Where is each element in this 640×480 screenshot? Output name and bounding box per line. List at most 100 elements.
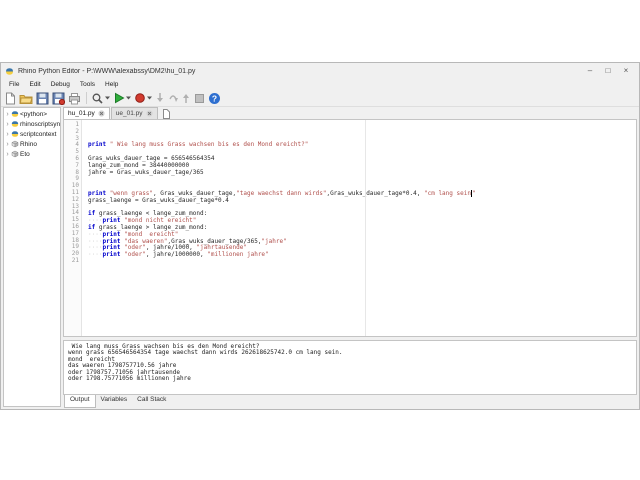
code-text[interactable]: print " Wie lang muss Grass wachsen bis …	[82, 120, 636, 336]
dropdown-arrow-icon[interactable]	[105, 96, 110, 100]
menu-item-file[interactable]: File	[4, 81, 24, 88]
open-folder-icon	[19, 92, 33, 105]
step-out-icon	[181, 92, 191, 104]
file-tab-hu-01-py[interactable]: hu_01.py	[63, 107, 110, 119]
expand-arrow-icon[interactable]: ›	[4, 141, 11, 148]
menu-item-edit[interactable]: Edit	[24, 81, 45, 88]
sidebar-item-rhino[interactable]: › Rhino	[4, 139, 60, 149]
output-panel[interactable]: Wie lang muss Grass wachsen bis es den M…	[63, 340, 637, 395]
svg-text:?: ?	[212, 93, 217, 103]
new-tab-button[interactable]	[159, 108, 173, 119]
file-tab-ue-01-py[interactable]: ue_01.py	[110, 107, 158, 119]
sidebar-item-python[interactable]: › <python>	[4, 109, 60, 119]
file-tab-strip: hu_01.py ue_01.py	[63, 107, 637, 119]
menu-item-debug[interactable]: Debug	[46, 81, 75, 88]
open-folder-button[interactable]	[18, 91, 34, 105]
sidebar-item-label: Eto	[20, 150, 30, 158]
save-button[interactable]	[35, 91, 50, 105]
code-token: "jahre"	[261, 237, 287, 245]
code-token: " Wie lang muss Grass wachsen bis es den…	[109, 141, 309, 149]
module-icon	[11, 150, 20, 158]
sidebar-item-label: rhinoscriptsyntax	[20, 120, 60, 128]
tab-close-icon[interactable]	[145, 110, 153, 117]
line-number-gutter: 1 2 3 4 5 6 7 8 9 10 11 12 13 14 15 16 17 18 19 20 21	[64, 120, 82, 336]
code-token: "tage waechst dann wirds"	[236, 189, 327, 197]
print-button[interactable]	[67, 91, 82, 105]
search-icon	[91, 92, 104, 105]
stop-icon	[194, 93, 205, 104]
sidebar-item-rhinoscriptsyntax[interactable]: › rhinoscriptsyntax	[4, 119, 60, 129]
output-line: oder 1798.75771056 millionen jahre	[68, 375, 191, 383]
sidebar-item-label: scriptcontext	[20, 130, 57, 138]
python-icon	[11, 120, 20, 128]
run-button[interactable]	[112, 91, 132, 105]
tab-close-icon[interactable]	[98, 110, 105, 117]
toolbar-separator	[86, 92, 87, 104]
code-token: grass_laenge = Gras_wuks_dauer_tage*0.4	[88, 196, 229, 204]
step-into-button[interactable]	[154, 91, 166, 105]
save-all-button[interactable]	[51, 91, 66, 105]
module-icon	[11, 140, 20, 148]
window-title: Rhino Python Editor - P:\WWW\alexabssy\D…	[18, 67, 196, 75]
expand-arrow-icon[interactable]: ›	[4, 131, 11, 138]
title-bar: Rhino Python Editor - P:\WWW\alexabssy\D…	[1, 63, 639, 79]
dropdown-arrow-icon[interactable]	[126, 96, 131, 100]
bottom-tab-strip: Output Variables Call Stack	[63, 395, 637, 408]
module-tree-sidebar: › <python> › rhinoscriptsyntax › scriptcontex…	[3, 107, 61, 407]
step-over-button[interactable]	[167, 91, 179, 105]
code-editor[interactable]: 1 2 3 4 5 6 7 8 9 10 11 12 13 14 15 16 17 18 19 20 21 print …	[63, 119, 637, 337]
expand-arrow-icon[interactable]: ›	[4, 111, 11, 118]
new-file-icon	[4, 92, 16, 105]
file-tab-label: hu_01.py	[68, 110, 95, 117]
menu-item-tools[interactable]: Tools	[75, 81, 100, 88]
code-token: jahre = Gras_wuks_dauer_tage/365	[88, 168, 204, 176]
code-token: "oder"	[124, 251, 146, 259]
tab-variables[interactable]: Variables	[96, 395, 133, 407]
app-window: Rhino Python Editor - P:\WWW\alexabssy\D…	[0, 62, 640, 410]
stop-button[interactable]	[193, 91, 206, 105]
editor-column: hu_01.py ue_01.py 1 2 3 4 5 6 7 8 9 10 11 12 13 14 15 16…	[63, 107, 637, 408]
breakpoint-icon	[134, 92, 146, 104]
new-file-button[interactable]	[3, 91, 17, 105]
minimize-button[interactable]: –	[581, 63, 599, 79]
main-area: › <python> › rhinoscriptsyntax › scriptcontex…	[1, 107, 639, 409]
dropdown-arrow-icon[interactable]	[147, 96, 152, 100]
code-token: ,Gras_wuks_dauer_tage*0.4,	[326, 189, 424, 197]
code-line: print " Wie lang muss Grass wachsen bis …	[88, 141, 636, 149]
menu-item-help[interactable]: Help	[100, 81, 123, 88]
code-token: "millionen jahre"	[207, 251, 269, 259]
line-number: 21	[71, 256, 79, 264]
toolbar: ?	[1, 90, 639, 107]
code-token: "cm lang sein	[424, 189, 471, 197]
tab-call-stack[interactable]: Call Stack	[132, 395, 171, 407]
step-over-icon	[168, 92, 178, 104]
breakpoint-button[interactable]	[133, 91, 153, 105]
save-all-icon	[52, 92, 65, 105]
code-token: , jahre/1000000,	[145, 251, 208, 259]
sidebar-item-eto[interactable]: › Eto	[4, 149, 60, 159]
tab-output[interactable]: Output	[64, 395, 96, 408]
save-icon	[36, 92, 49, 105]
sidebar-item-scriptcontext[interactable]: › scriptcontext	[4, 129, 60, 139]
python-icon	[11, 110, 20, 118]
print-icon	[68, 92, 81, 105]
search-button[interactable]	[90, 91, 111, 105]
sidebar-item-label: <python>	[20, 110, 48, 118]
help-icon: ?	[208, 92, 221, 105]
maximize-button[interactable]: □	[599, 63, 617, 79]
expand-arrow-icon[interactable]: ›	[4, 151, 11, 158]
code-line: ····print "oder", jahre/1000000, "millio…	[88, 251, 636, 259]
expand-arrow-icon[interactable]: ›	[4, 121, 11, 128]
step-out-button[interactable]	[180, 91, 192, 105]
help-button[interactable]: ?	[207, 91, 222, 105]
code-token: "	[471, 189, 476, 197]
column-guide	[365, 120, 366, 336]
close-button[interactable]: ×	[617, 63, 635, 79]
python-icon	[5, 67, 14, 76]
